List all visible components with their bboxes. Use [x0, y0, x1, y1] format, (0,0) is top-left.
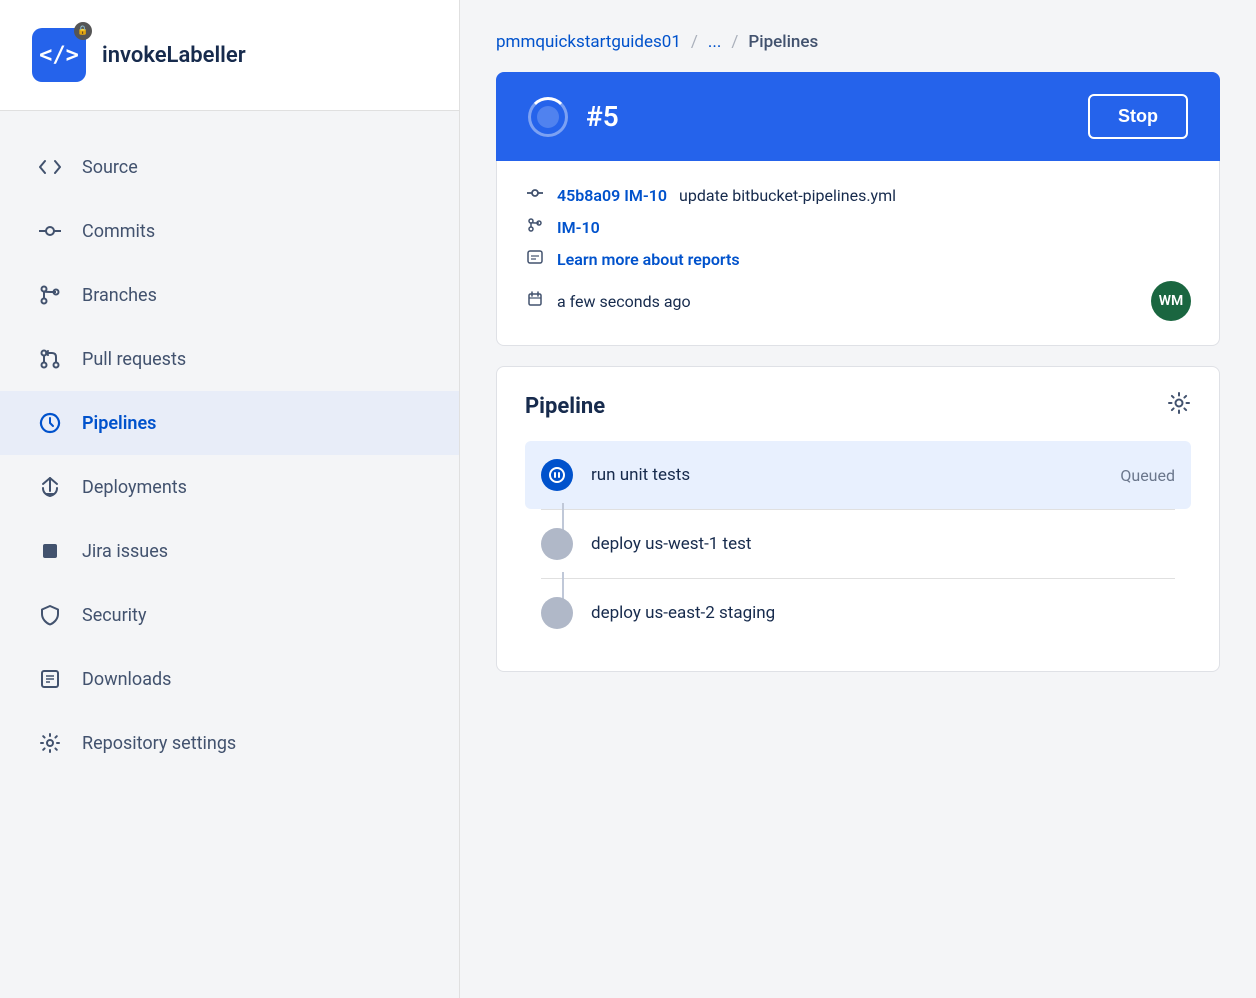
commits-label: Commits: [82, 221, 155, 242]
main-content: pmmquickstartguides01 / ... / Pipelines …: [460, 0, 1256, 998]
step-list: run unit tests Queued deploy us-west-1 t…: [525, 441, 1191, 647]
branches-icon: [36, 281, 64, 309]
deployments-icon: [36, 473, 64, 501]
avatar: WM: [1151, 281, 1191, 321]
sidebar-item-downloads[interactable]: Downloads: [0, 647, 459, 711]
commit-icon: [525, 185, 545, 205]
branch-name[interactable]: IM-10: [557, 218, 600, 237]
sidebar-nav: Source Commits: [0, 111, 459, 998]
logo-code-icon: </>: [39, 43, 79, 68]
commit-row: 45b8a09 IM-10 update bitbucket-pipelines…: [525, 185, 1191, 205]
step-2-name: deploy us-west-1 test: [591, 534, 751, 554]
sidebar-item-security[interactable]: Security: [0, 583, 459, 647]
commits-icon: [36, 217, 64, 245]
step-2-icon: [541, 528, 573, 560]
pipeline-spinner: [528, 97, 568, 137]
step-1-icon: [541, 459, 573, 491]
pipeline-section: Pipeline: [496, 366, 1220, 672]
step-item-1[interactable]: run unit tests Queued: [525, 441, 1191, 509]
time-ago: a few seconds ago: [557, 292, 691, 311]
pipeline-section-title: Pipeline: [525, 394, 605, 419]
time-row: a few seconds ago WM: [525, 281, 1191, 321]
sidebar-item-commits[interactable]: Commits: [0, 199, 459, 263]
sidebar-header: </> 🔒 invokeLabeller: [0, 0, 459, 111]
pipeline-number: #5: [586, 100, 619, 133]
pipelines-label: Pipelines: [82, 413, 156, 434]
info-card: 45b8a09 IM-10 update bitbucket-pipelines…: [496, 161, 1220, 346]
pull-requests-label: Pull requests: [82, 349, 186, 370]
learn-more-link[interactable]: Learn more about reports: [557, 250, 740, 269]
step-item-2[interactable]: deploy us-west-1 test: [525, 510, 1191, 578]
sidebar-item-pull-requests[interactable]: Pull requests: [0, 327, 459, 391]
time-icon: [525, 291, 545, 311]
reports-icon: [525, 249, 545, 269]
learn-more-row: Learn more about reports: [525, 249, 1191, 269]
pipeline-section-header: Pipeline: [525, 391, 1191, 421]
pull-requests-icon: [36, 345, 64, 373]
branch-icon: [525, 217, 545, 237]
pipeline-header: #5 Stop: [496, 72, 1220, 161]
step-3-icon: [541, 597, 573, 629]
sidebar: </> 🔒 invokeLabeller Source: [0, 0, 460, 998]
step-3-name: deploy us-east-2 staging: [591, 603, 775, 623]
jira-icon: [36, 537, 64, 565]
breadcrumb-ellipsis[interactable]: ...: [708, 32, 721, 52]
security-label: Security: [82, 605, 146, 626]
breadcrumb: pmmquickstartguides01 / ... / Pipelines: [496, 32, 1220, 52]
repository-settings-label: Repository settings: [82, 733, 236, 754]
source-label: Source: [82, 157, 138, 178]
jira-issues-label: Jira issues: [82, 541, 168, 562]
sidebar-item-source[interactable]: Source: [0, 135, 459, 199]
app-logo: </> 🔒: [32, 28, 86, 82]
branch-row: IM-10: [525, 217, 1191, 237]
settings-icon: [36, 729, 64, 757]
step-1-status: Queued: [1120, 466, 1175, 485]
avatar-container: WM: [1151, 281, 1191, 321]
pipeline-settings-icon[interactable]: [1167, 391, 1191, 421]
breadcrumb-sep1: /: [691, 32, 698, 52]
lock-icon: 🔒: [74, 22, 92, 40]
app-name: invokeLabeller: [102, 43, 246, 68]
breadcrumb-sep2: /: [731, 32, 738, 52]
sidebar-item-pipelines[interactable]: Pipelines: [0, 391, 459, 455]
pipelines-icon: [36, 409, 64, 437]
commit-hash[interactable]: 45b8a09 IM-10: [557, 186, 667, 205]
step-1-name: run unit tests: [591, 465, 690, 485]
pipeline-header-left: #5: [528, 97, 619, 137]
source-icon: [36, 153, 64, 181]
sidebar-item-deployments[interactable]: Deployments: [0, 455, 459, 519]
sidebar-item-jira-issues[interactable]: Jira issues: [0, 519, 459, 583]
breadcrumb-workspace[interactable]: pmmquickstartguides01: [496, 32, 681, 52]
stop-button[interactable]: Stop: [1088, 94, 1188, 139]
sidebar-item-repository-settings[interactable]: Repository settings: [0, 711, 459, 775]
sidebar-item-branches[interactable]: Branches: [0, 263, 459, 327]
breadcrumb-current: Pipelines: [748, 32, 818, 52]
step-item-3[interactable]: deploy us-east-2 staging: [525, 579, 1191, 647]
security-icon: [36, 601, 64, 629]
spinner-inner: [537, 106, 559, 128]
commit-message: update bitbucket-pipelines.yml: [679, 186, 896, 205]
downloads-icon: [36, 665, 64, 693]
branches-label: Branches: [82, 285, 157, 306]
downloads-label: Downloads: [82, 669, 171, 690]
deployments-label: Deployments: [82, 477, 187, 498]
